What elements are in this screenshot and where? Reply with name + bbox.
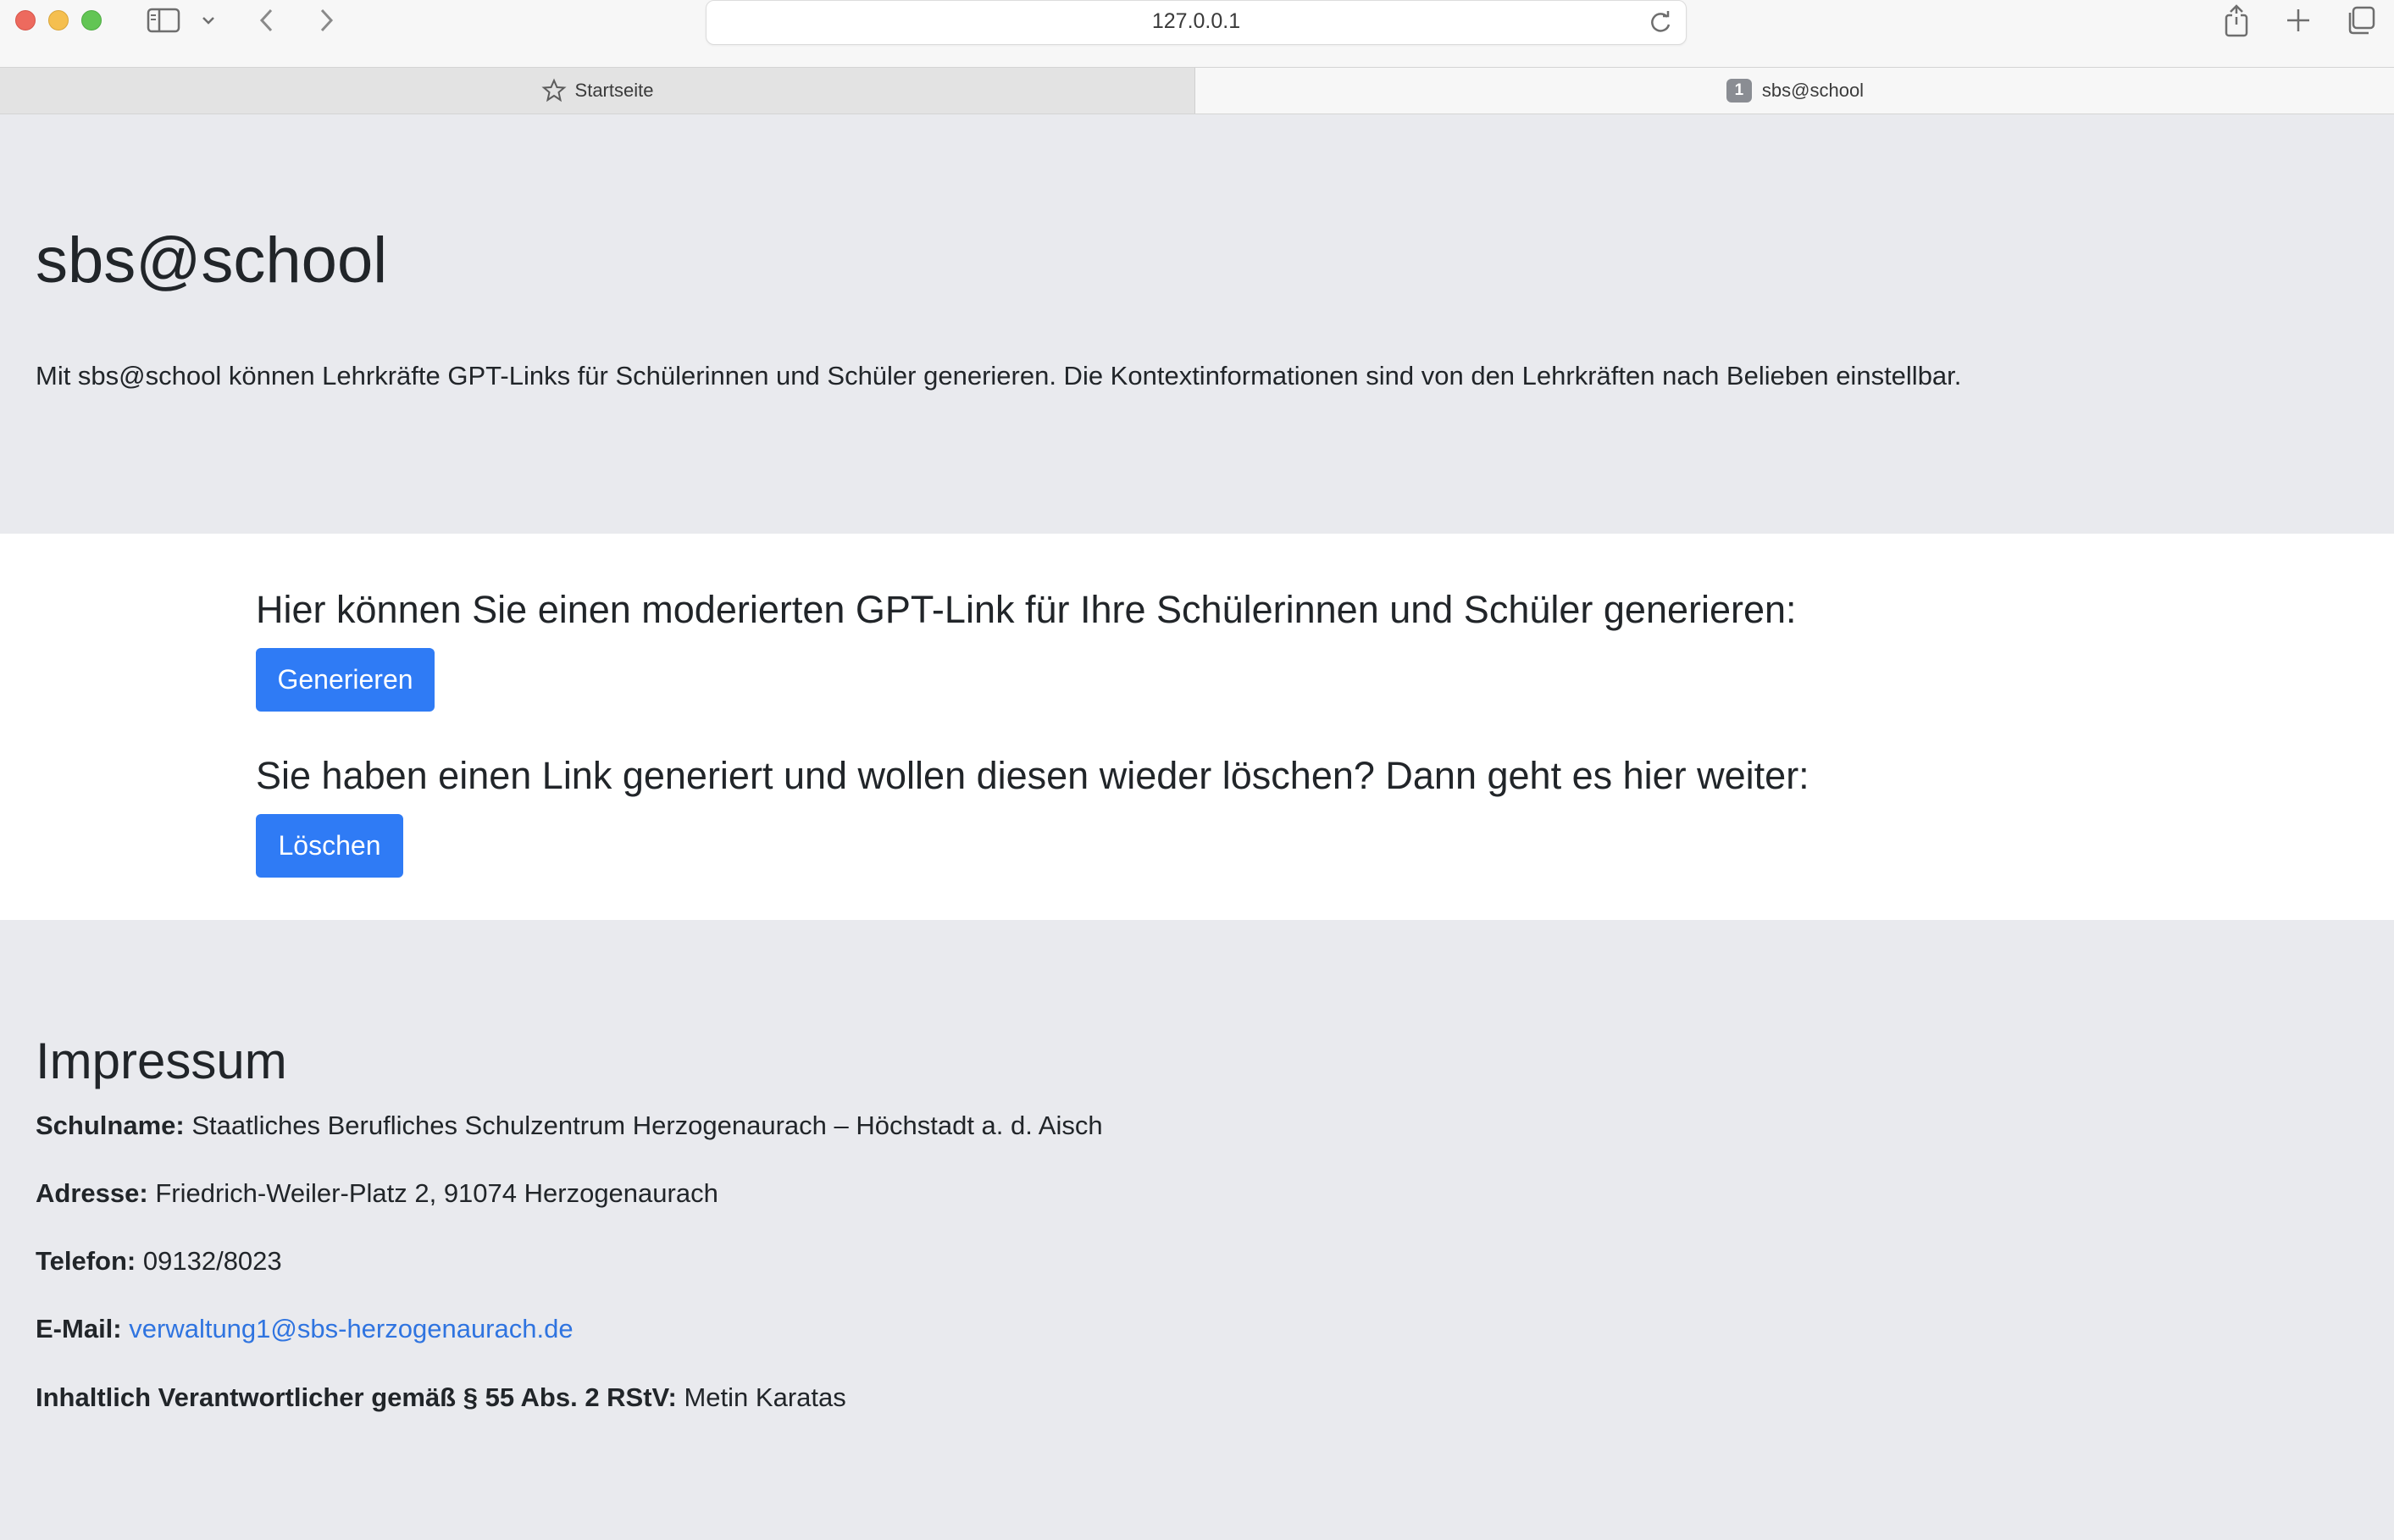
url-text: 127.0.0.1 [1151, 9, 1241, 33]
tab-badge: 1 [1726, 79, 1752, 102]
school-name-row: Schulname: Staatliches Berufliches Schul… [36, 1111, 1103, 1141]
actions-section: Hier können Sie einen moderierten GPT-Li… [0, 534, 2394, 920]
tab-startseite[interactable]: Startseite [0, 68, 1195, 114]
browser-toolbar: 127.0.0.1 [0, 0, 2394, 67]
chevron-down-icon[interactable] [198, 5, 219, 36]
responsible-value: Metin Karatas [684, 1382, 846, 1412]
close-window-button[interactable] [15, 10, 36, 30]
email-row: E-Mail: verwaltung1@sbs-herzogenaurach.d… [36, 1314, 574, 1344]
hero-section: sbs@school Mit sbs@school können Lehrkrä… [0, 115, 2394, 534]
responsible-label: Inhaltlich Verantwortlicher gemäß § 55 A… [36, 1382, 677, 1412]
back-arrow-icon[interactable] [254, 5, 280, 36]
address-label: Adresse: [36, 1178, 148, 1208]
responsible-row: Inhaltlich Verantwortlicher gemäß § 55 A… [36, 1382, 846, 1413]
forward-arrow-icon[interactable] [313, 5, 339, 36]
delete-button[interactable]: Löschen [256, 814, 403, 878]
phone-row: Telefon: 09132/8023 [36, 1246, 282, 1277]
delete-heading: Sie haben einen Link generiert und wolle… [256, 754, 1809, 797]
phone-label: Telefon: [36, 1246, 136, 1276]
zoom-window-button[interactable] [81, 10, 102, 30]
school-name-value: Staatliches Berufliches Schulzentrum Her… [191, 1111, 1103, 1140]
sidebar-toggle-icon[interactable] [146, 5, 181, 36]
minimize-window-button[interactable] [48, 10, 69, 30]
tab-label: sbs@school [1761, 80, 1865, 101]
email-link[interactable]: verwaltung1@sbs-herzogenaurach.de [129, 1314, 573, 1343]
school-name-label: Schulname: [36, 1111, 185, 1140]
address-row: Adresse: Friedrich-Weiler-Platz 2, 91074… [36, 1178, 718, 1209]
address-bar[interactable]: 127.0.0.1 [706, 0, 1687, 45]
phone-value: 09132/8023 [142, 1246, 282, 1276]
address-value: Friedrich-Weiler-Platz 2, 91074 Herzogen… [155, 1178, 718, 1208]
generate-heading: Hier können Sie einen moderierten GPT-Li… [256, 588, 1797, 631]
page-title: sbs@school [36, 224, 388, 296]
tab-bar: Startseite 1 sbs@school [0, 67, 2394, 114]
tab-label: Startseite [574, 80, 654, 101]
intro-text: Mit sbs@school können Lehrkräfte GPT-Lin… [36, 361, 1962, 391]
new-tab-plus-icon[interactable] [2281, 5, 2315, 36]
star-icon [540, 78, 567, 103]
email-label: E-Mail: [36, 1314, 122, 1343]
tab-overview-icon[interactable] [2344, 5, 2378, 36]
generate-button[interactable]: Generieren [256, 648, 435, 712]
share-icon[interactable] [2219, 4, 2253, 37]
impressum-title: Impressum [36, 1033, 287, 1089]
impressum-section: Impressum Schulname: Staatliches Berufli… [0, 920, 2394, 1540]
tab-sbs-school[interactable]: 1 sbs@school [1196, 68, 2394, 114]
reload-icon[interactable] [1647, 9, 1674, 36]
